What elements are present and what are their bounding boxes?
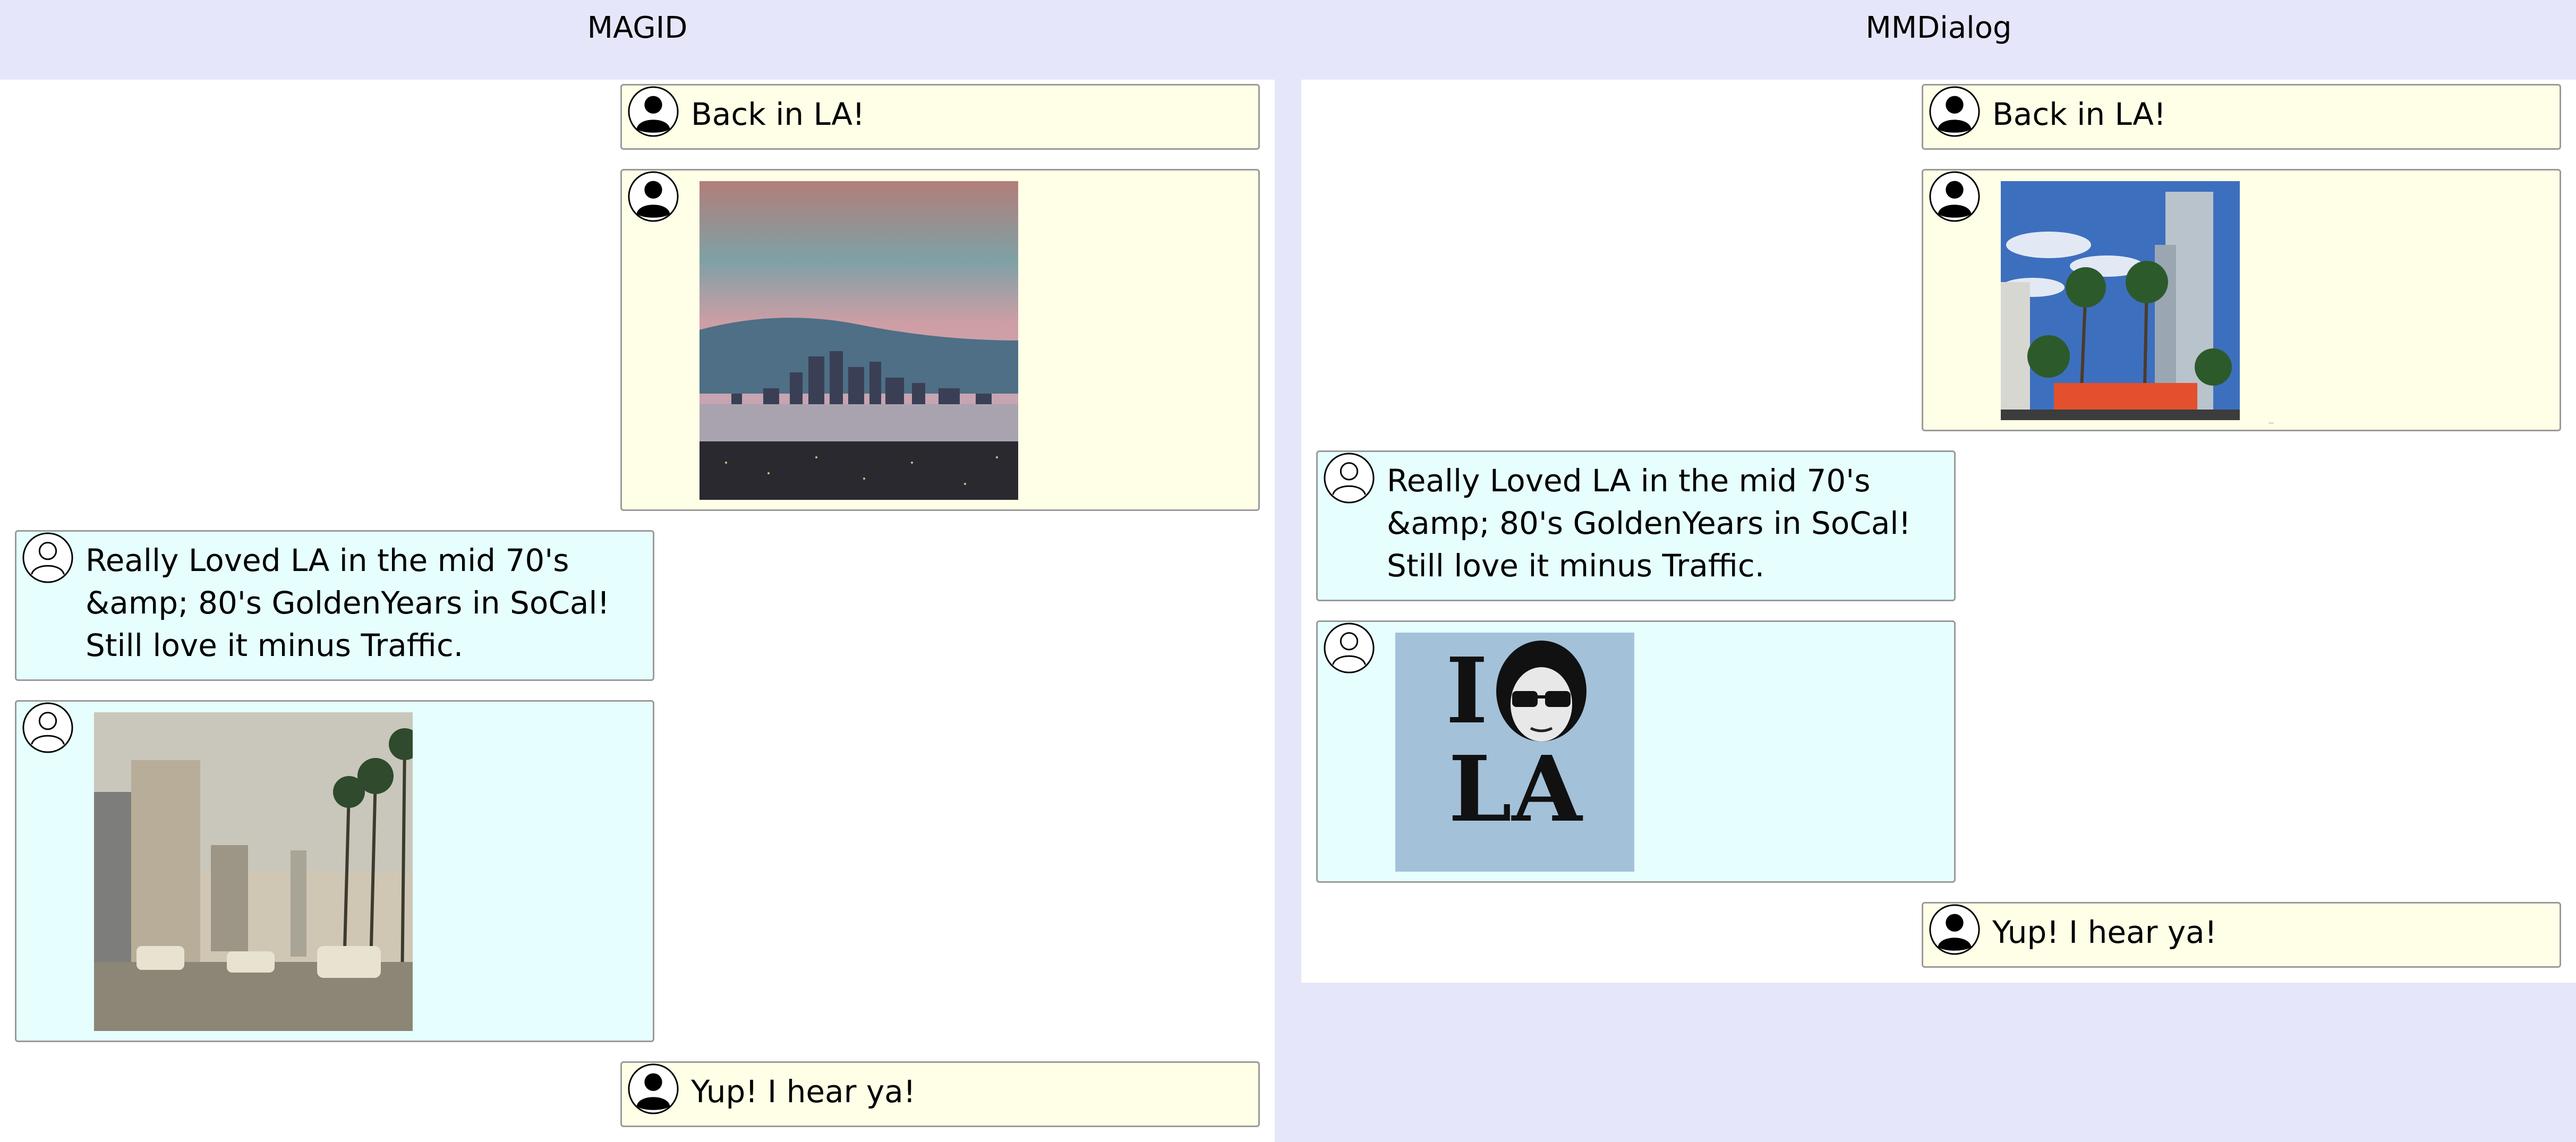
la-downtown-palms-photo: [2001, 181, 2240, 420]
outline-person-icon: [22, 702, 74, 754]
graphic-text-line2: LA: [1448, 736, 1582, 842]
message-bubble: [620, 169, 1260, 511]
message-text: Yup! I hear ya!: [1992, 914, 2217, 950]
message-text: Really Loved LA in the mid 70's &amp; 80…: [1387, 463, 1911, 584]
outline-person-icon: [22, 532, 74, 584]
mmdialog-conversation-panel: Back in LA! — Really Loved LA in the mid…: [1301, 80, 2576, 983]
message-text: Yup! I hear ya!: [691, 1073, 916, 1110]
message-bubble: Yup! I hear ya!: [620, 1061, 1260, 1127]
message-bubble: Really Loved LA in the mid 70's &amp; 80…: [1316, 450, 1956, 601]
magid-column-title: MAGID: [587, 11, 688, 45]
message-text: Really Loved LA in the mid 70's &amp; 80…: [86, 542, 610, 663]
message-bubble: Back in LA!: [1922, 84, 2561, 150]
filled-person-icon: [627, 171, 679, 223]
message-bubble: I LA: [1316, 620, 1956, 883]
i-love-la-graphic: I LA: [1395, 633, 1634, 872]
message-bubble: Yup! I hear ya!: [1922, 902, 2561, 968]
graphic-text-line1: I: [1446, 638, 1488, 744]
outline-person-icon: [1323, 622, 1375, 674]
message-text: Back in LA!: [691, 96, 865, 132]
message-text: Back in LA!: [1992, 96, 2166, 132]
filled-person-icon: [1929, 171, 1981, 223]
magid-conversation-panel: Back in LA! Really Loved LA in the mid 7…: [0, 80, 1275, 1142]
filled-person-icon: [1929, 86, 1981, 138]
filled-person-icon: [627, 86, 679, 138]
message-bubble: Really Loved LA in the mid 70's &amp; 80…: [15, 530, 654, 681]
outline-person-icon: [1323, 452, 1375, 504]
mmdialog-column-title: MMDialog: [1865, 11, 2012, 45]
la-skyline-photo: [700, 181, 1018, 500]
message-bubble: —: [1922, 169, 2561, 431]
vintage-la-street-photo: [94, 712, 413, 1031]
filled-person-icon: [627, 1063, 679, 1115]
message-bubble: [15, 700, 654, 1042]
image-caption-mark: —: [2268, 420, 2274, 426]
filled-person-icon: [1929, 904, 1981, 956]
message-bubble: Back in LA!: [620, 84, 1260, 150]
